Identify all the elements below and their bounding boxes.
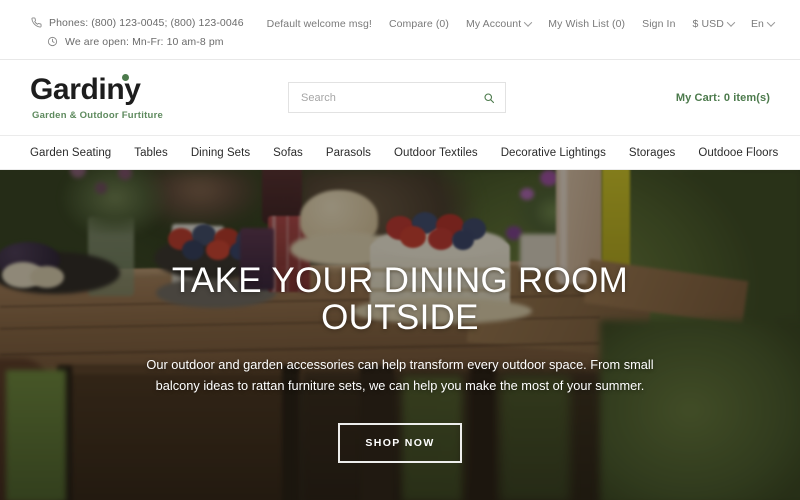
main-navigation: Garden Seating Tables Dining Sets Sofas … (0, 135, 800, 170)
wish-list-link[interactable]: My Wish List (0) (548, 18, 625, 30)
clock-icon (46, 35, 59, 48)
search-button[interactable] (483, 92, 495, 104)
welcome-message-label: Default welcome msg! (266, 18, 372, 30)
contact-info: Phones: (800) 123-0045; (800) 123-0046 W… (30, 16, 244, 48)
header-bar: Gardiny Garden & Outdoor Furtiture My Ca… (0, 60, 800, 135)
cart-link[interactable]: My Cart: 0 item(s) (676, 92, 770, 104)
search-icon (483, 92, 495, 104)
compare-link-label: Compare (0) (388, 18, 449, 30)
logo-tagline: Garden & Outdoor Furtiture (32, 109, 164, 121)
logo[interactable]: Gardiny Garden & Outdoor Furtiture (30, 73, 280, 121)
wish-list-link-label: My Wish List (0) (548, 18, 626, 30)
top-utility-bar: Phones: (800) 123-0045; (800) 123-0046 W… (0, 0, 800, 60)
search-input[interactable] (301, 91, 483, 104)
chevron-down-icon (726, 18, 736, 27)
language-switcher[interactable]: En (750, 18, 776, 30)
phones-line: Phones: (800) 123-0045; (800) 123-0046 (30, 16, 244, 29)
my-account-link-label: My Account (465, 18, 522, 30)
hero-banner: TAKE YOUR DINING ROOM OUTSIDE Our outdoo… (0, 170, 800, 500)
nav-item-parasols[interactable]: Parasols (326, 147, 371, 159)
nav-item-outdooe-floors[interactable]: Outdooe Floors (698, 147, 778, 159)
logo-green-dot-icon (122, 73, 129, 81)
chevron-down-icon (524, 18, 533, 27)
currency-switcher-label: $ USD (692, 18, 724, 30)
hero-subtitle: Our outdoor and garden accessories can h… (146, 356, 654, 393)
welcome-message: Default welcome msg! (267, 18, 372, 30)
search-bar[interactable] (288, 82, 506, 113)
chevron-down-icon (766, 18, 776, 27)
hours-text: We are open: Mn-Fr: 10 am-8 pm (65, 35, 224, 48)
my-account-link[interactable]: My Account (465, 18, 533, 30)
nav-item-outdoor-textiles[interactable]: Outdoor Textiles (394, 147, 478, 159)
shop-now-button[interactable]: SHOP NOW (338, 423, 462, 464)
utility-links: Default welcome msg! Compare (0) My Acco… (267, 16, 776, 30)
hero-title: TAKE YOUR DINING ROOM OUTSIDE (171, 261, 629, 338)
nav-item-garden-seating[interactable]: Garden Seating (30, 147, 111, 159)
phones-text: Phones: (800) 123-0045; (800) 123-0046 (49, 16, 244, 29)
phone-icon (30, 16, 43, 29)
nav-item-decorative-lightings[interactable]: Decorative Lightings (501, 147, 606, 159)
currency-switcher[interactable]: $ USD (692, 18, 736, 30)
compare-link[interactable]: Compare (0) (389, 18, 449, 30)
sign-in-link-label: Sign In (642, 18, 676, 30)
nav-item-sofas[interactable]: Sofas (273, 147, 303, 159)
nav-item-dining-sets[interactable]: Dining Sets (191, 147, 250, 159)
language-switcher-label: En (750, 18, 764, 30)
nav-item-tables[interactable]: Tables (134, 147, 168, 159)
nav-item-storages[interactable]: Storages (629, 147, 675, 159)
logo-name: Gardiny (30, 73, 141, 105)
sign-in-link[interactable]: Sign In (642, 18, 675, 30)
hours-line: We are open: Mn-Fr: 10 am-8 pm (30, 35, 244, 48)
hero-content: TAKE YOUR DINING ROOM OUTSIDE Our outdoo… (0, 170, 800, 500)
